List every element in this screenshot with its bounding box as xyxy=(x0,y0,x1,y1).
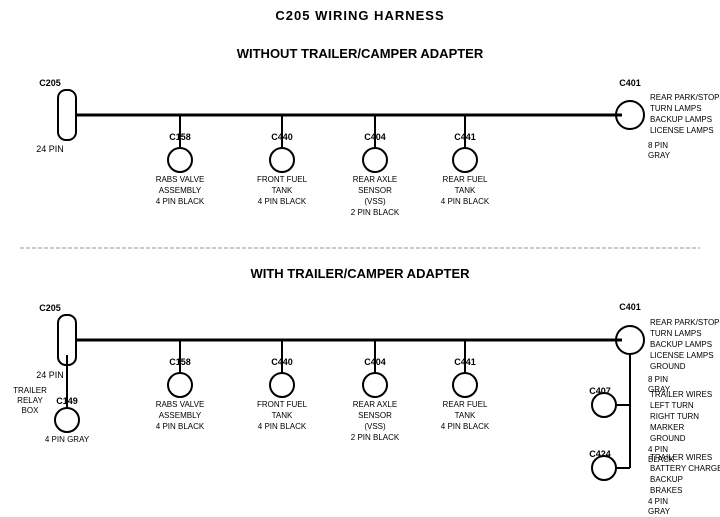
svg-text:GROUND: GROUND xyxy=(650,434,686,443)
svg-text:(VSS): (VSS) xyxy=(364,197,386,206)
svg-text:8 PIN: 8 PIN xyxy=(648,141,668,150)
svg-text:LICENSE LAMPS: LICENSE LAMPS xyxy=(650,126,714,135)
svg-text:SENSOR: SENSOR xyxy=(358,186,392,195)
svg-text:REAR PARK/STOP: REAR PARK/STOP xyxy=(650,93,720,102)
svg-text:WITH TRAILER/CAMPER ADAPTER: WITH TRAILER/CAMPER ADAPTER xyxy=(250,266,470,281)
svg-text:C401: C401 xyxy=(619,302,641,312)
svg-text:LICENSE LAMPS: LICENSE LAMPS xyxy=(650,351,714,360)
svg-text:FRONT FUEL: FRONT FUEL xyxy=(257,175,308,184)
svg-text:4 PIN BLACK: 4 PIN BLACK xyxy=(156,422,205,431)
svg-text:BOX: BOX xyxy=(22,406,40,415)
svg-text:C407: C407 xyxy=(589,386,611,396)
svg-text:C440: C440 xyxy=(271,132,293,142)
svg-text:TANK: TANK xyxy=(455,186,476,195)
svg-text:RABS VALVE: RABS VALVE xyxy=(156,175,205,184)
svg-text:FRONT FUEL: FRONT FUEL xyxy=(257,400,308,409)
svg-text:REAR FUEL: REAR FUEL xyxy=(443,400,488,409)
svg-text:4 PIN: 4 PIN xyxy=(648,497,668,506)
svg-text:LEFT TURN: LEFT TURN xyxy=(650,401,694,410)
svg-text:TRAILER WIRES: TRAILER WIRES xyxy=(650,453,712,462)
svg-text:ASSEMBLY: ASSEMBLY xyxy=(159,411,202,420)
svg-text:BRAKES: BRAKES xyxy=(650,486,682,495)
svg-text:4 PIN GRAY: 4 PIN GRAY xyxy=(45,435,90,444)
svg-text:C441: C441 xyxy=(454,357,476,367)
svg-text:WITHOUT TRAILER/CAMPER ADAPT: WITHOUT TRAILER/CAMPER ADAPTER xyxy=(237,46,484,61)
svg-text:REAR AXLE: REAR AXLE xyxy=(353,175,397,184)
svg-text:24 PIN: 24 PIN xyxy=(36,370,64,380)
svg-text:C401: C401 xyxy=(619,78,641,88)
svg-text:C158: C158 xyxy=(169,132,191,142)
svg-text:ASSEMBLY: ASSEMBLY xyxy=(159,186,202,195)
svg-text:4 PIN BLACK: 4 PIN BLACK xyxy=(441,422,490,431)
svg-text:C158: C158 xyxy=(169,357,191,367)
svg-text:TANK: TANK xyxy=(455,411,476,420)
diagram-container: C205 WIRING HARNESS WITHOUT TRAILER/CAMP… xyxy=(0,0,720,517)
svg-text:TANK: TANK xyxy=(272,186,293,195)
svg-text:C404: C404 xyxy=(364,357,386,367)
svg-text:MARKER: MARKER xyxy=(650,423,684,432)
svg-text:TURN LAMPS: TURN LAMPS xyxy=(650,104,702,113)
svg-text:TRAILER WIRES: TRAILER WIRES xyxy=(650,390,712,399)
svg-text:BATTERY CHARGE: BATTERY CHARGE xyxy=(650,464,720,473)
svg-text:4 PIN BLACK: 4 PIN BLACK xyxy=(258,197,307,206)
svg-text:GRAY: GRAY xyxy=(648,507,671,516)
svg-text:8 PIN: 8 PIN xyxy=(648,375,668,384)
svg-text:REAR PARK/STOP: REAR PARK/STOP xyxy=(650,318,720,327)
svg-text:RELAY: RELAY xyxy=(17,396,43,405)
svg-text:REAR FUEL: REAR FUEL xyxy=(443,175,488,184)
svg-text:GRAY: GRAY xyxy=(648,151,671,160)
svg-text:BACKUP LAMPS: BACKUP LAMPS xyxy=(650,115,712,124)
svg-text:GROUND: GROUND xyxy=(650,362,686,371)
svg-text:C149: C149 xyxy=(56,396,78,406)
svg-text:4 PIN BLACK: 4 PIN BLACK xyxy=(258,422,307,431)
svg-text:4 PIN BLACK: 4 PIN BLACK xyxy=(156,197,205,206)
svg-text:C441: C441 xyxy=(454,132,476,142)
svg-text:BACKUP: BACKUP xyxy=(650,475,683,484)
svg-text:REAR AXLE: REAR AXLE xyxy=(353,400,397,409)
wiring-diagram: WITHOUT TRAILER/CAMPER ADAPTER C205 24 P… xyxy=(0,0,720,517)
svg-text:C404: C404 xyxy=(364,132,386,142)
svg-text:C424: C424 xyxy=(589,449,611,459)
svg-text:RIGHT TURN: RIGHT TURN xyxy=(650,412,699,421)
svg-text:C205: C205 xyxy=(39,78,61,88)
svg-text:TURN LAMPS: TURN LAMPS xyxy=(650,329,702,338)
svg-text:2 PIN BLACK: 2 PIN BLACK xyxy=(351,433,400,442)
svg-text:TANK: TANK xyxy=(272,411,293,420)
svg-text:SENSOR: SENSOR xyxy=(358,411,392,420)
svg-text:C205: C205 xyxy=(39,303,61,313)
svg-text:4 PIN BLACK: 4 PIN BLACK xyxy=(441,197,490,206)
svg-text:(VSS): (VSS) xyxy=(364,422,386,431)
svg-text:2 PIN BLACK: 2 PIN BLACK xyxy=(351,208,400,217)
svg-text:TRAILER: TRAILER xyxy=(13,386,47,395)
svg-text:24 PIN: 24 PIN xyxy=(36,144,64,154)
svg-text:RABS VALVE: RABS VALVE xyxy=(156,400,205,409)
svg-text:BACKUP LAMPS: BACKUP LAMPS xyxy=(650,340,712,349)
svg-text:C440: C440 xyxy=(271,357,293,367)
